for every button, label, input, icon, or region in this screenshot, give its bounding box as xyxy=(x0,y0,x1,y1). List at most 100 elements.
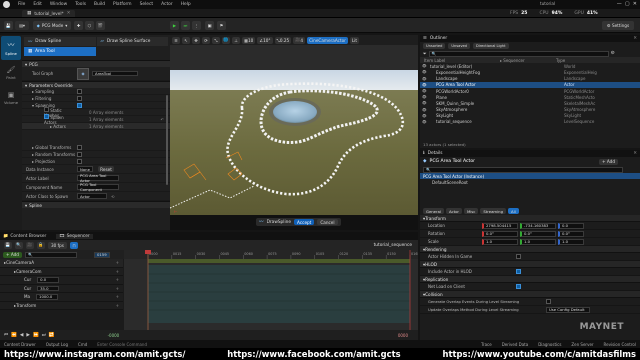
close-icon[interactable]: ✕ xyxy=(633,36,637,41)
pcg-section-header[interactable]: ▾ PCG xyxy=(22,60,170,67)
sequencer-track[interactable]: ▸ CineCameraA + xyxy=(0,259,123,268)
visibility-eye-icon[interactable]: 👁 xyxy=(420,70,428,74)
visibility-eye-icon[interactable]: 👁 xyxy=(420,108,428,112)
filter-directional-light[interactable]: Directional Light xyxy=(472,43,509,49)
add-key-icon[interactable]: + xyxy=(116,286,119,291)
random-transforms-checkbox[interactable] xyxy=(77,151,82,157)
mode-volume[interactable]: ▣ Volume xyxy=(1,86,21,110)
details-actor-name[interactable]: PCG Area Tool Actor xyxy=(430,159,476,164)
sequencer-track[interactable]: Cur 0.0 + xyxy=(0,276,123,285)
transform-section[interactable]: ▾ Transform xyxy=(420,215,640,223)
content-browser-tab[interactable]: 📁 Content Browser xyxy=(3,234,46,239)
visibility-eye-icon[interactable]: 👁 xyxy=(420,120,428,124)
select-mode-icon[interactable]: ↖ xyxy=(182,36,190,44)
rotation-z[interactable]: 0.0° xyxy=(558,231,584,237)
static-meshes-checkbox[interactable] xyxy=(44,106,49,112)
close-icon[interactable]: ✕ xyxy=(633,151,637,156)
sequencer-col[interactable]: ▸ Sequencer xyxy=(500,58,556,63)
category-tab-general[interactable]: General xyxy=(423,208,444,215)
scale-x[interactable]: 1.0 xyxy=(482,239,518,245)
menu-actor[interactable]: Actor xyxy=(161,2,173,7)
add-key-icon[interactable]: + xyxy=(116,260,119,265)
surface-snap-icon[interactable]: ⊥ xyxy=(232,36,240,44)
visibility-eye-icon[interactable]: 👁 xyxy=(420,83,428,87)
derived-data-button[interactable]: Derived Data xyxy=(502,342,529,347)
cancel-button[interactable]: Cancel xyxy=(317,219,338,225)
sequence-name[interactable]: tutorial_sequence xyxy=(374,243,412,248)
project-tab[interactable]: ▦ tutorial_level* ✕ xyxy=(22,10,76,17)
add-track-button[interactable]: + Add xyxy=(3,251,22,258)
timeline-area[interactable]: 0000 0015 0030 0045 0060 0075 0090 0105 0120 0135… xyxy=(124,250,420,330)
menu-help[interactable]: Help xyxy=(181,2,191,7)
output-log-button[interactable]: Output Log xyxy=(46,342,68,347)
move-icon[interactable]: ✥ xyxy=(192,36,200,44)
param-sampling[interactable]: ▸ Sampling xyxy=(22,88,170,95)
data-instance-dropdown[interactable]: None xyxy=(77,166,93,172)
step-forward-icon[interactable]: ⏩ xyxy=(33,333,39,338)
category-tab-all[interactable]: All xyxy=(507,208,519,215)
zen-server-button[interactable]: Zen Server xyxy=(571,342,593,347)
menu-window[interactable]: Window xyxy=(50,2,67,7)
filtering-checkbox[interactable] xyxy=(77,95,82,101)
youtube-link[interactable]: https://www.youtube.com/c/amitdasfilms xyxy=(443,349,636,359)
scrollbar[interactable] xyxy=(166,95,168,185)
filter-icon[interactable]: ⏷ xyxy=(423,51,427,57)
loop-icon[interactable]: 🔁 xyxy=(49,333,55,338)
spawn-actors-checkbox[interactable] xyxy=(44,113,49,119)
visibility-eye-icon[interactable]: 👁 xyxy=(420,101,428,105)
location-y[interactable]: -734.160383 xyxy=(520,223,556,229)
filter-unsaved[interactable]: Unsaved xyxy=(448,43,470,49)
fps-dropdown[interactable]: 30 fps xyxy=(48,241,67,249)
menu-edit[interactable]: Edit xyxy=(33,2,42,7)
lit-dropdown[interactable]: Lit xyxy=(349,36,360,44)
scale-z[interactable]: 1.0 xyxy=(558,239,584,245)
blueprint-icon[interactable]: ⬡ xyxy=(85,21,94,30)
visibility-eye-icon[interactable]: 👁 xyxy=(420,114,428,118)
save-icon[interactable]: 💾 xyxy=(4,21,13,30)
draw-spline-button[interactable]: 〰 Draw Spline xyxy=(24,37,96,46)
cmd-dropdown[interactable]: Cmd xyxy=(78,342,87,347)
param-filtering[interactable]: ▸ Filtering xyxy=(22,95,170,102)
camera-cut-bar[interactable] xyxy=(148,259,410,263)
snap-icon[interactable]: ⊓ xyxy=(69,241,78,249)
cinematics-icon[interactable]: 🎬 xyxy=(96,21,105,30)
accept-button[interactable]: Accept xyxy=(294,219,315,225)
menu-build[interactable]: Build xyxy=(94,2,105,7)
location-x[interactable]: 2798.504415 xyxy=(482,223,518,229)
angle-snap-button[interactable]: ∠ 10° xyxy=(257,36,273,44)
params-override-header[interactable]: ▾ Parameters Override xyxy=(22,81,170,88)
hlod-section[interactable]: ▾ HLOD xyxy=(420,261,640,269)
sequencer-tab[interactable]: 🎞 Sequencer xyxy=(56,233,93,239)
add-key-icon[interactable]: + xyxy=(116,294,119,299)
location-z[interactable]: 0.0 xyxy=(558,223,584,229)
area-tool-button[interactable]: ▦ Area Tool xyxy=(24,47,96,56)
net-load-checkbox[interactable] xyxy=(516,284,521,290)
unreal-logo-icon[interactable] xyxy=(3,1,10,8)
category-tab-streaming[interactable]: Streaming xyxy=(480,208,506,215)
sampling-checkbox[interactable] xyxy=(77,88,82,94)
track-value-field[interactable]: 0.0 xyxy=(37,277,60,283)
instagram-link[interactable]: https://www.instagram.com/amit.gcts/ xyxy=(4,349,185,359)
play-icon[interactable]: ▶ xyxy=(170,21,179,30)
lock-icon[interactable]: 🔒 xyxy=(37,241,45,249)
update-overlap-dropdown[interactable]: Use Config Default xyxy=(546,307,590,313)
collision-section[interactable]: ▾ Collision xyxy=(420,291,640,299)
random-transforms-row[interactable]: ▸ Random Transforms xyxy=(22,151,170,158)
sequencer-track[interactable]: ▸ CameraCom + xyxy=(0,267,123,276)
projection-checkbox[interactable] xyxy=(77,158,82,164)
grid-snap-button[interactable]: ▦ 10 xyxy=(242,36,256,44)
camera-speed-button[interactable]: 🎥 4 xyxy=(293,36,306,44)
world-space-icon[interactable]: 🌐 xyxy=(222,36,230,44)
current-frame-field[interactable]: 0159 xyxy=(93,251,110,258)
spawning-checkbox[interactable] xyxy=(77,102,82,108)
save-sequence-icon[interactable]: 💾 xyxy=(4,241,12,249)
mode-spline[interactable]: 〰 Spline xyxy=(1,36,21,60)
visibility-eye-icon[interactable]: 👁 xyxy=(420,77,428,81)
play-more-icon[interactable]: ⋮ xyxy=(192,21,201,30)
add-actor-icon[interactable]: ✚ xyxy=(74,21,83,30)
render-icon[interactable]: 🎥 xyxy=(26,241,34,249)
add-key-icon[interactable]: + xyxy=(116,303,119,308)
filter-unsorted[interactable]: Unsorted xyxy=(423,43,446,49)
step-back-icon[interactable]: ⏪ xyxy=(11,333,17,338)
tool-graph-dropdown[interactable]: AreaTool xyxy=(92,70,138,77)
